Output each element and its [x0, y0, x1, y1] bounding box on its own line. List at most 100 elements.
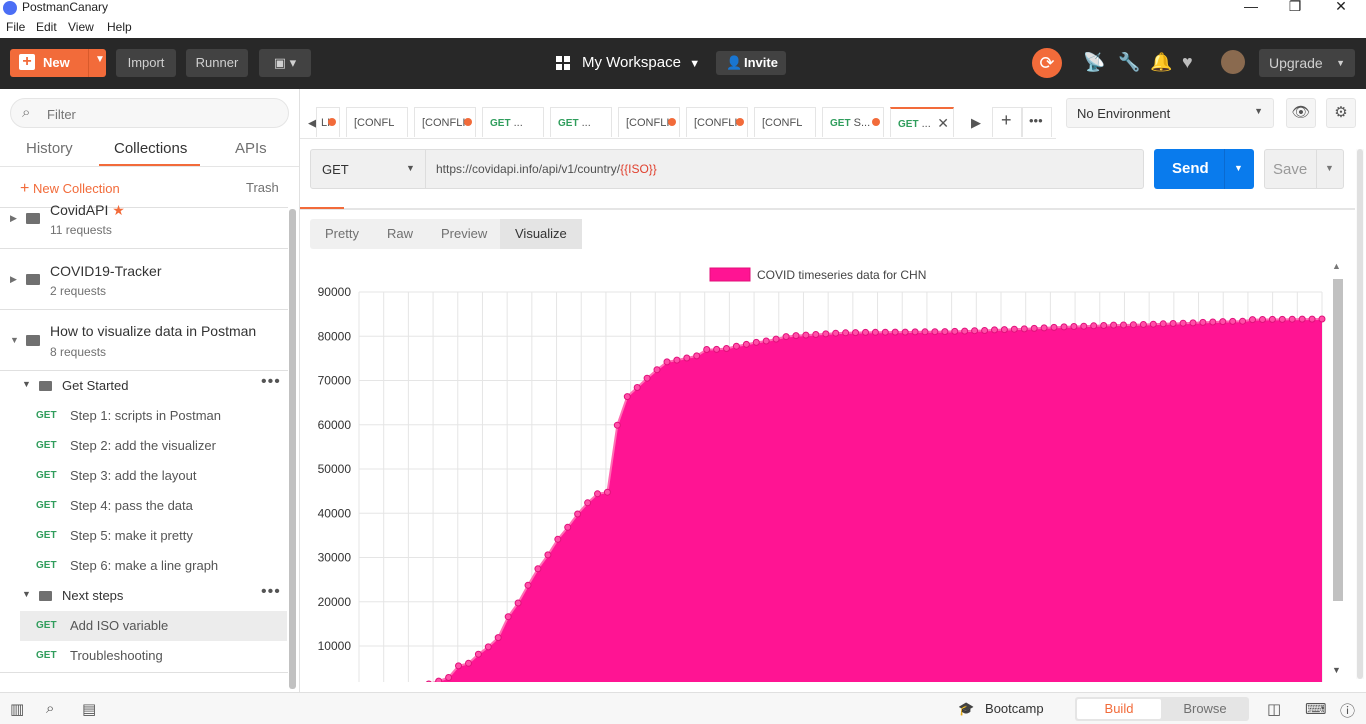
gear-icon[interactable]: ⚙ — [1326, 98, 1356, 128]
request-tab[interactable]: [CONFLI — [414, 107, 476, 137]
main-scrollbar[interactable] — [1356, 149, 1364, 679]
minimize-button[interactable]: — — [1236, 0, 1266, 14]
data-point[interactable] — [891, 328, 899, 336]
data-point[interactable] — [752, 338, 760, 346]
chevron-up-icon[interactable]: ▲ — [1332, 261, 1341, 271]
data-point[interactable] — [1020, 325, 1028, 333]
data-point[interactable] — [484, 643, 492, 651]
data-point[interactable] — [1209, 318, 1217, 326]
data-point[interactable] — [435, 677, 443, 682]
data-point[interactable] — [1010, 325, 1018, 333]
two-pane-icon[interactable]: ◫ — [1267, 700, 1281, 718]
data-point[interactable] — [504, 613, 512, 621]
upgrade-button[interactable]: Upgrade ▼ — [1259, 49, 1355, 77]
save-button[interactable]: Save ▼ — [1264, 149, 1344, 189]
data-point[interactable] — [1040, 324, 1048, 332]
request-tab[interactable]: [CONFLI — [618, 107, 680, 137]
menu-help[interactable]: Help — [107, 20, 132, 34]
data-point[interactable] — [584, 499, 592, 507]
sync-icon[interactable]: ⟳ — [1032, 48, 1062, 78]
chevron-down-icon[interactable]: ▼ — [22, 379, 31, 389]
chevron-down-icon[interactable]: ▼ — [1234, 163, 1243, 173]
satellite-icon[interactable]: 📡 — [1083, 52, 1105, 73]
tab-options-button[interactable]: ••• — [1022, 107, 1052, 137]
data-point[interactable] — [425, 680, 432, 682]
request-tab[interactable]: GET ... — [482, 107, 544, 137]
url-input[interactable]: https://covidapi.info/api/v1/country/{{I… — [425, 149, 1144, 189]
data-point[interactable] — [1318, 315, 1326, 323]
data-point[interactable] — [1288, 315, 1296, 323]
folder-item[interactable]: ▼ Get Started ••• — [0, 371, 288, 401]
data-point[interactable] — [971, 327, 979, 335]
list-item[interactable]: GET Step 3: add the layout — [20, 461, 287, 491]
tab-visualize[interactable]: Visualize — [500, 219, 582, 249]
chevron-down-icon[interactable]: ▼ — [95, 54, 105, 65]
data-point[interactable] — [862, 328, 869, 336]
tab-preview[interactable]: Preview — [426, 219, 502, 249]
data-point[interactable] — [653, 366, 661, 374]
data-point[interactable] — [1000, 326, 1008, 334]
chevron-down-icon[interactable]: ▼ — [1325, 163, 1334, 173]
data-point[interactable] — [1070, 323, 1078, 330]
bootcamp-button[interactable]: 🎓 Bootcamp — [958, 701, 1044, 717]
data-point[interactable] — [1199, 318, 1207, 326]
data-point[interactable] — [1100, 322, 1108, 329]
data-point[interactable] — [911, 328, 919, 336]
more-icon[interactable]: ••• — [261, 583, 281, 601]
folder-item[interactable]: ▼ Next steps ••• — [0, 581, 288, 611]
help-icon[interactable]: ⓘ — [1340, 700, 1355, 721]
request-tab-active[interactable]: GET ... ✕ — [890, 107, 954, 137]
data-point[interactable] — [812, 331, 820, 338]
request-tab[interactable]: GET S... — [822, 107, 884, 137]
runner-button[interactable]: Runner — [186, 49, 248, 77]
data-point[interactable] — [1308, 315, 1316, 323]
new-tab-button[interactable]: + — [992, 107, 1022, 137]
invite-button[interactable]: 👤 Invite — [716, 51, 786, 75]
collection-item[interactable]: ▶ COVID19-Tracker 2 requests — [0, 249, 288, 309]
data-point[interactable] — [723, 345, 730, 352]
data-point[interactable] — [663, 358, 671, 366]
bell-icon[interactable]: 🔔 — [1150, 52, 1172, 73]
request-tab[interactable]: [CONFL — [754, 107, 816, 137]
request-tab[interactable]: GET ... — [550, 107, 612, 137]
data-point[interactable] — [494, 634, 502, 642]
data-point[interactable] — [981, 327, 989, 334]
filter-box[interactable]: ⌕ — [10, 98, 289, 128]
keyboard-icon[interactable]: ⌨ — [1305, 700, 1327, 718]
data-point[interactable] — [1110, 321, 1118, 329]
wrench-icon[interactable]: 🔧 — [1118, 52, 1140, 73]
data-point[interactable] — [524, 581, 532, 589]
close-icon[interactable]: ✕ — [937, 115, 949, 132]
data-point[interactable] — [871, 328, 879, 336]
data-point[interactable] — [1249, 316, 1256, 324]
data-point[interactable] — [474, 650, 482, 658]
eye-icon[interactable]: 👁 — [1286, 98, 1316, 128]
data-point[interactable] — [1139, 321, 1147, 328]
data-point[interactable] — [1149, 320, 1157, 328]
data-point[interactable] — [1090, 322, 1098, 330]
tab-pretty[interactable]: Pretty — [310, 219, 374, 249]
data-point[interactable] — [931, 328, 939, 336]
data-point[interactable] — [554, 535, 562, 543]
data-point[interactable] — [941, 328, 949, 336]
request-tab[interactable]: [CONFLI — [686, 107, 748, 137]
new-window-button[interactable]: ▣ ▾ — [259, 49, 311, 77]
data-point[interactable] — [1060, 323, 1068, 331]
chevron-down-icon[interactable]: ▼ — [10, 335, 19, 345]
data-point[interactable] — [1278, 315, 1286, 323]
star-icon[interactable]: ★ — [112, 202, 125, 218]
tab-raw[interactable]: Raw — [372, 219, 428, 249]
list-item[interactable]: GET Add ISO variable — [20, 611, 287, 641]
list-item[interactable]: GET Step 6: make a line graph — [20, 551, 287, 581]
data-point[interactable] — [1298, 315, 1306, 323]
data-point[interactable] — [762, 337, 770, 345]
sidebar-toggle-icon[interactable]: ▥ — [10, 700, 24, 718]
data-point[interactable] — [822, 330, 830, 338]
tab-apis[interactable]: APIs — [235, 140, 267, 157]
data-point[interactable] — [1169, 320, 1177, 327]
data-point[interactable] — [603, 488, 611, 496]
data-point[interactable] — [921, 328, 929, 336]
data-point[interactable] — [772, 335, 780, 343]
list-item[interactable]: GET Step 2: add the visualizer — [20, 431, 287, 461]
data-point[interactable] — [901, 328, 909, 336]
